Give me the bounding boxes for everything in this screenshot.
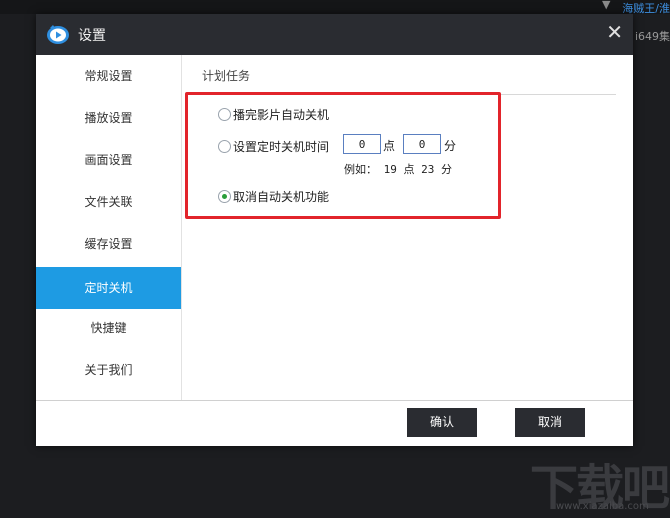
settings-content: 计划任务 播完影片自动关机 设置定时关机时间 点 分 例如： 19 点 23 分… [182,55,633,400]
sidebar-item-playback[interactable]: 播放设置 [36,97,181,139]
background-strip [0,0,670,14]
sidebar-item-shortcuts[interactable]: 快捷键 [36,307,181,349]
minute-unit-label: 分 [444,139,457,153]
section-title: 计划任务 [202,69,251,83]
hour-input[interactable] [343,134,381,154]
radio-set-shutdown-time[interactable]: 设置定时关机时间 [218,138,329,155]
minute-input[interactable] [403,134,441,154]
radio-button-icon[interactable] [218,140,231,153]
radio-button-icon[interactable] [218,108,231,121]
radio-cancel-shutdown[interactable]: 取消自动关机功能 [218,188,329,205]
close-button[interactable]: ✕ [606,20,623,44]
hour-unit-label: 点 [383,139,396,153]
example-hint: 例如： 19 点 23 分 [344,163,452,176]
sidebar-item-about[interactable]: 关于我们 [36,349,181,391]
radio-button-checked-icon[interactable] [218,190,231,203]
radio-label: 取消自动关机功能 [233,190,330,204]
sidebar-item-general[interactable]: 常规设置 [36,55,181,97]
radio-label: 设置定时关机时间 [233,140,330,154]
radio-shutdown-after-movie[interactable]: 播完影片自动关机 [218,106,329,123]
confirm-button[interactable]: 确认 [407,408,477,437]
watermark-url: www.xiazaiba.com [556,501,649,512]
sidebar-item-display[interactable]: 画面设置 [36,139,181,181]
app-logo-icon [47,25,69,44]
chevron-down-icon[interactable]: ▼ [602,0,610,11]
settings-dialog: 设置 ✕ 常规设置 播放设置 画面设置 文件关联 缓存设置 定时关机 快捷键 关… [36,14,633,446]
background-episode-text: i649集 [634,30,670,43]
settings-sidebar: 常规设置 播放设置 画面设置 文件关联 缓存设置 定时关机 快捷键 关于我们 [36,55,182,400]
footer-divider [36,400,633,401]
radio-label: 播完影片自动关机 [233,108,330,122]
cancel-button[interactable]: 取消 [515,408,585,437]
title-bar[interactable]: 设置 ✕ [36,14,633,55]
dialog-title: 设置 [78,28,106,44]
sidebar-item-file-association[interactable]: 文件关联 [36,181,181,223]
sidebar-item-scheduled-shutdown[interactable]: 定时关机 [36,267,181,309]
sidebar-item-cache[interactable]: 缓存设置 [36,223,181,265]
